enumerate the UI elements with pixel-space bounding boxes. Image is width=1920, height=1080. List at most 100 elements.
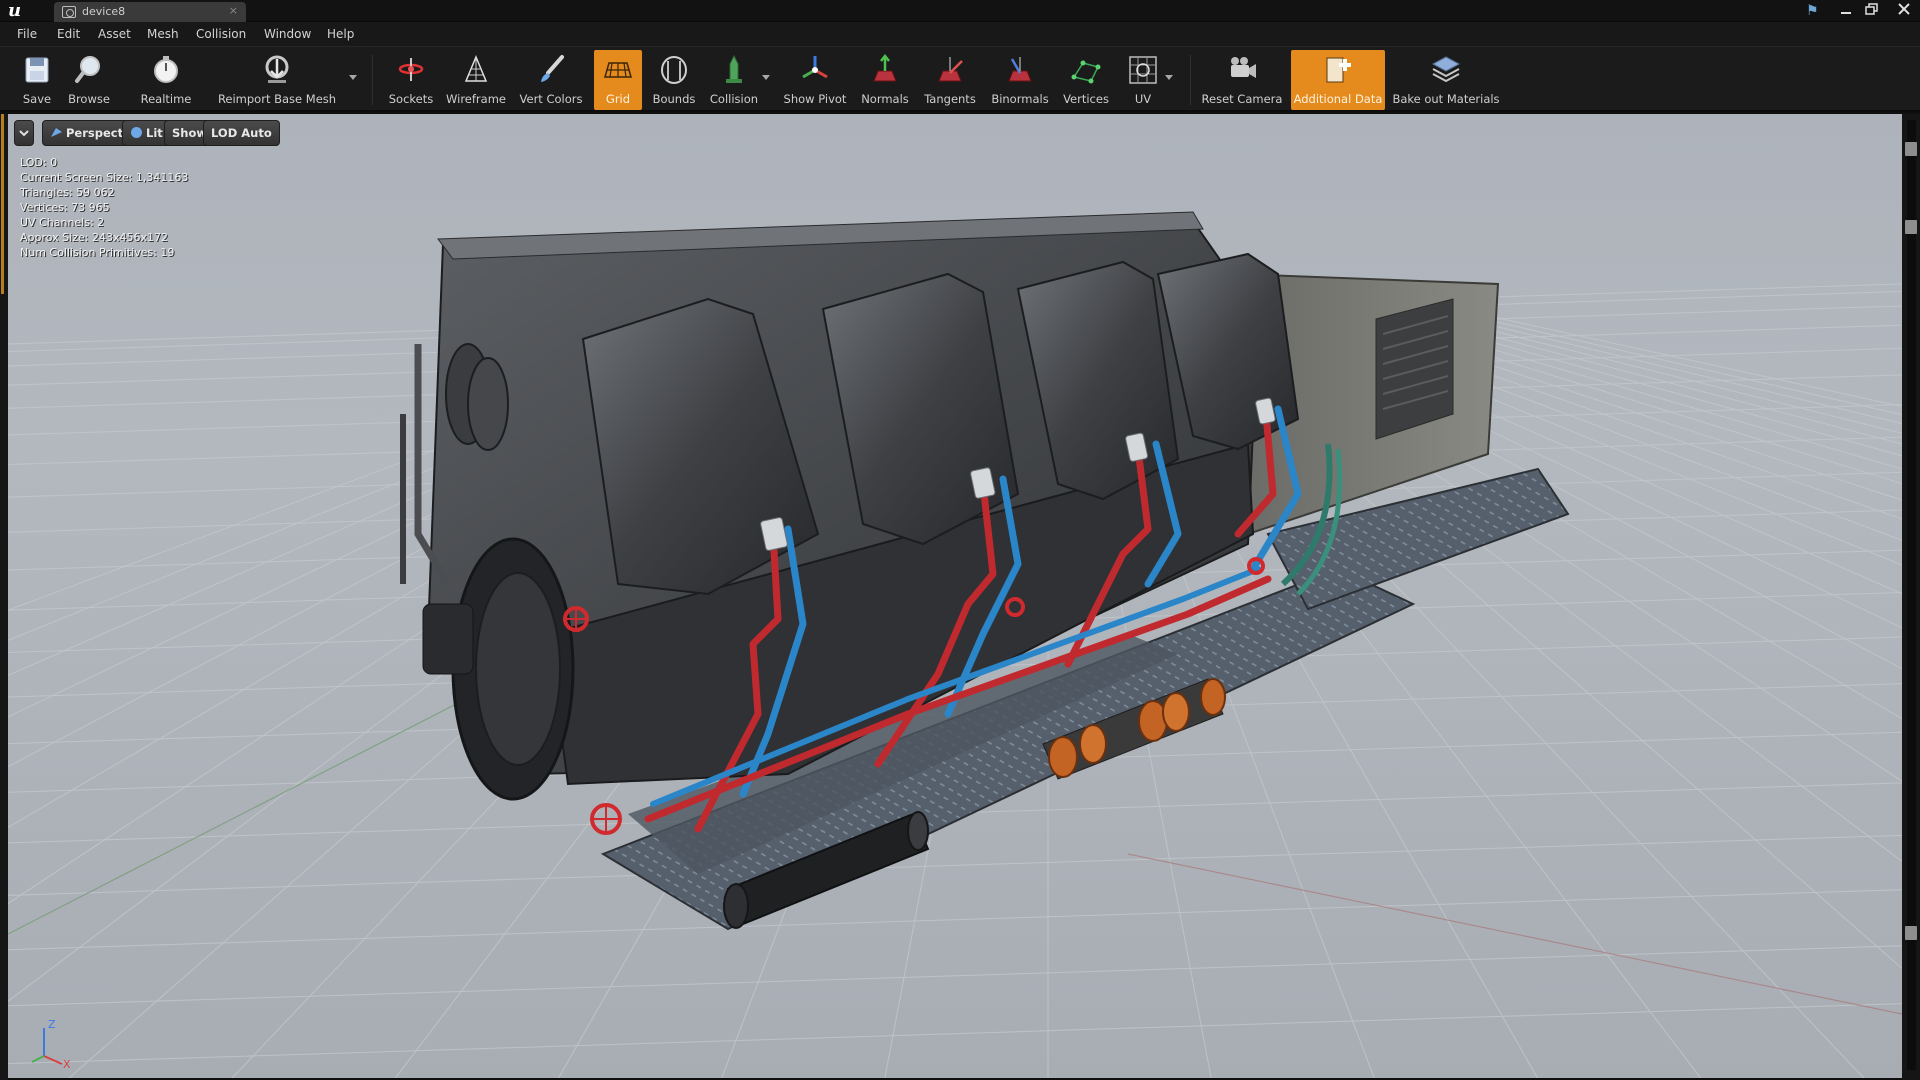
panel-tab-icon[interactable] (1905, 142, 1917, 156)
pivot-icon (802, 56, 828, 79)
stat-screen-size: Current Screen Size: 1,341163 (20, 171, 189, 184)
normals-button[interactable]: Normals (858, 50, 912, 110)
axis-z-label: Z (48, 1018, 56, 1031)
wireframe-label: Wireframe (446, 92, 506, 106)
perspective-icon (51, 128, 62, 137)
lod-label: LOD Auto (211, 126, 272, 140)
bounds-label: Bounds (652, 92, 696, 106)
show-label: Show (172, 126, 207, 140)
vert-colors-button[interactable]: Vert Colors (516, 50, 586, 110)
unreal-logo-icon[interactable]: u (8, 2, 30, 20)
restore-icon (1865, 3, 1878, 15)
browse-label: Browse (68, 92, 110, 106)
additional-data-icon (1326, 57, 1351, 83)
collision-dropdown-icon[interactable] (762, 75, 770, 80)
reset-camera-button[interactable]: Reset Camera (1200, 50, 1284, 110)
sockets-button[interactable]: Sockets (386, 50, 436, 110)
uv-icon (1129, 56, 1157, 84)
mesh-stats-overlay: LOD: 0 Current Screen Size: 1,341163 Tri… (20, 155, 188, 260)
binormals-button[interactable]: Binormals (988, 50, 1052, 110)
panel-tab-icon[interactable] (1905, 926, 1917, 940)
viewport-scene[interactable] (8, 114, 1902, 1078)
realtime-label: Realtime (140, 92, 192, 106)
additional-data-label: Additional Data (1293, 92, 1383, 106)
menu-mesh[interactable]: Mesh (147, 27, 179, 41)
menu-asset[interactable]: Asset (98, 27, 131, 41)
uv-dropdown-icon[interactable] (1165, 75, 1173, 80)
toolbar-separator (372, 55, 373, 105)
minimize-button[interactable] (1834, 0, 1858, 20)
uv-button[interactable]: UV (1120, 50, 1166, 110)
close-window-button[interactable] (1892, 0, 1916, 20)
reimport-dropdown-icon[interactable] (349, 75, 357, 80)
stat-triangles: Triangles: 59 062 (20, 186, 115, 199)
wireframe-button[interactable]: Wireframe (446, 50, 506, 110)
realtime-button[interactable]: Realtime (136, 50, 196, 110)
menu-bar: File Edit Asset Mesh Collision Window He… (0, 22, 1920, 46)
stopwatch-icon (154, 56, 178, 83)
bake-out-materials-label: Bake out Materials (1392, 92, 1500, 106)
chevron-down-icon (19, 130, 29, 137)
toolbar: Save Browse Realtime Reimport Base Mesh (0, 46, 1920, 112)
collision-icon (726, 54, 742, 83)
menu-edit[interactable]: Edit (57, 27, 80, 41)
document-tab-label: device8 (82, 5, 126, 18)
lit-label: Lit (146, 126, 163, 140)
collision-label: Collision (709, 92, 759, 106)
close-icon (1898, 3, 1910, 15)
save-label: Save (22, 92, 52, 106)
tangents-button[interactable]: Tangents (920, 50, 980, 110)
tangents-label: Tangents (924, 92, 976, 106)
reset-camera-label: Reset Camera (1201, 92, 1283, 106)
reimport-base-mesh-button[interactable]: Reimport Base Mesh (216, 50, 338, 110)
restore-button[interactable] (1860, 0, 1884, 20)
additional-data-button[interactable]: Additional Data (1291, 50, 1385, 110)
menu-file[interactable]: File (17, 27, 37, 41)
paintbrush-icon (541, 55, 564, 82)
panel-tab-icon[interactable] (1905, 220, 1917, 234)
bake-out-materials-button[interactable]: Bake out Materials (1392, 50, 1500, 110)
uv-label: UV (1134, 92, 1152, 106)
save-button[interactable]: Save (12, 50, 62, 110)
show-pivot-label: Show Pivot (783, 92, 847, 106)
layers-icon (1431, 56, 1461, 83)
wireframe-icon (464, 55, 488, 82)
binormals-label: Binormals (991, 92, 1049, 106)
browse-button[interactable]: Browse (64, 50, 114, 110)
vertices-button[interactable]: Vertices (1058, 50, 1114, 110)
stat-lod: LOD: 0 (20, 156, 58, 169)
minimize-icon (1841, 12, 1851, 14)
axis-x-label: X (63, 1058, 71, 1070)
right-panel-collapsed (1902, 114, 1920, 1080)
bounds-button[interactable]: Bounds (650, 50, 698, 110)
vert-colors-label: Vert Colors (519, 92, 583, 106)
grid-button[interactable]: Grid (594, 50, 642, 110)
document-tab[interactable]: device8 × (54, 2, 246, 22)
title-bar: u device8 × ⚑ (0, 0, 1920, 22)
tab-close-icon[interactable]: × (229, 4, 238, 17)
magnifier-icon (75, 56, 100, 83)
menu-help[interactable]: Help (327, 27, 354, 41)
stat-collision-primitives: Num Collision Primitives: 19 (20, 246, 175, 259)
menu-window[interactable]: Window (264, 27, 311, 41)
camera-icon (1231, 57, 1256, 78)
lod-auto-button[interactable]: LOD Auto (203, 120, 280, 146)
vertices-label: Vertices (1063, 92, 1109, 106)
sockets-label: Sockets (388, 92, 434, 106)
vertices-icon (1071, 60, 1101, 84)
tangents-icon (938, 57, 963, 82)
menu-collision[interactable]: Collision (196, 27, 246, 41)
grid-icon (604, 62, 632, 78)
normals-label: Normals (861, 92, 909, 106)
viewport[interactable]: Perspective Lit Show LOD Auto LOD: 0 Cur… (8, 114, 1902, 1078)
source-control-icon[interactable]: ⚑ (1806, 3, 1824, 19)
viewport-left-border (0, 114, 8, 1080)
viewport-options-button[interactable] (14, 120, 34, 146)
toolbar-separator (1190, 55, 1191, 105)
show-pivot-button[interactable]: Show Pivot (780, 50, 850, 110)
normals-icon (873, 53, 897, 82)
engine-mesh[interactable] (400, 211, 1570, 931)
static-mesh-icon (62, 6, 76, 18)
collision-button[interactable]: Collision (706, 50, 762, 110)
reimport-icon (265, 55, 289, 83)
